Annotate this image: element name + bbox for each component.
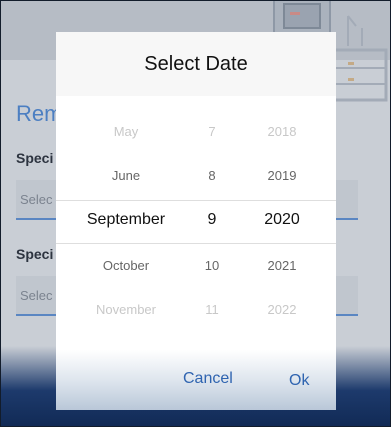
day-option-selected[interactable]: 9 — [208, 210, 217, 230]
cancel-button[interactable]: Cancel — [183, 370, 233, 388]
year-option-selected[interactable]: 2020 — [264, 210, 300, 230]
ok-button[interactable]: Ok — [289, 372, 309, 390]
date-picker-wheels[interactable]: May 7 2018 June 8 2019 September 9 2020 October 10… — [56, 112, 336, 348]
dialog-header: Select Date — [56, 32, 336, 96]
dialog-title: Select Date — [144, 53, 248, 75]
picker-row-selected[interactable]: September 9 2020 — [56, 210, 336, 230]
day-option[interactable]: 8 — [208, 166, 215, 186]
month-option[interactable]: June — [112, 166, 140, 186]
year-option[interactable]: 2022 — [268, 300, 297, 320]
selection-top-divider — [56, 200, 336, 201]
day-option[interactable]: 10 — [205, 256, 219, 276]
dialog-footer: Cancel Ok — [56, 350, 336, 410]
background-input-placeholder: Selec — [20, 288, 53, 303]
picker-row[interactable]: November 11 2022 — [56, 300, 336, 320]
background-field-label: Speci — [16, 246, 54, 262]
day-option[interactable]: 11 — [205, 300, 219, 320]
month-option[interactable]: November — [96, 300, 156, 320]
date-picker-dialog: Select Date May 7 2018 June 8 2019 September 9 2… — [56, 32, 336, 410]
picker-row[interactable]: May 7 2018 — [56, 122, 336, 142]
month-option[interactable]: October — [103, 256, 149, 276]
picker-row[interactable]: October 10 2021 — [56, 256, 336, 276]
picker-row[interactable]: June 8 2019 — [56, 166, 336, 186]
day-option[interactable]: 7 — [208, 122, 215, 142]
year-option[interactable]: 2019 — [268, 166, 297, 186]
selection-bottom-divider — [56, 243, 336, 244]
month-option[interactable]: May — [114, 122, 139, 142]
month-option-selected[interactable]: September — [87, 210, 165, 230]
year-option[interactable]: 2021 — [268, 256, 297, 276]
year-option[interactable]: 2018 — [268, 122, 297, 142]
background-field-label: Speci — [16, 150, 54, 166]
background-input-placeholder: Selec — [20, 192, 53, 207]
